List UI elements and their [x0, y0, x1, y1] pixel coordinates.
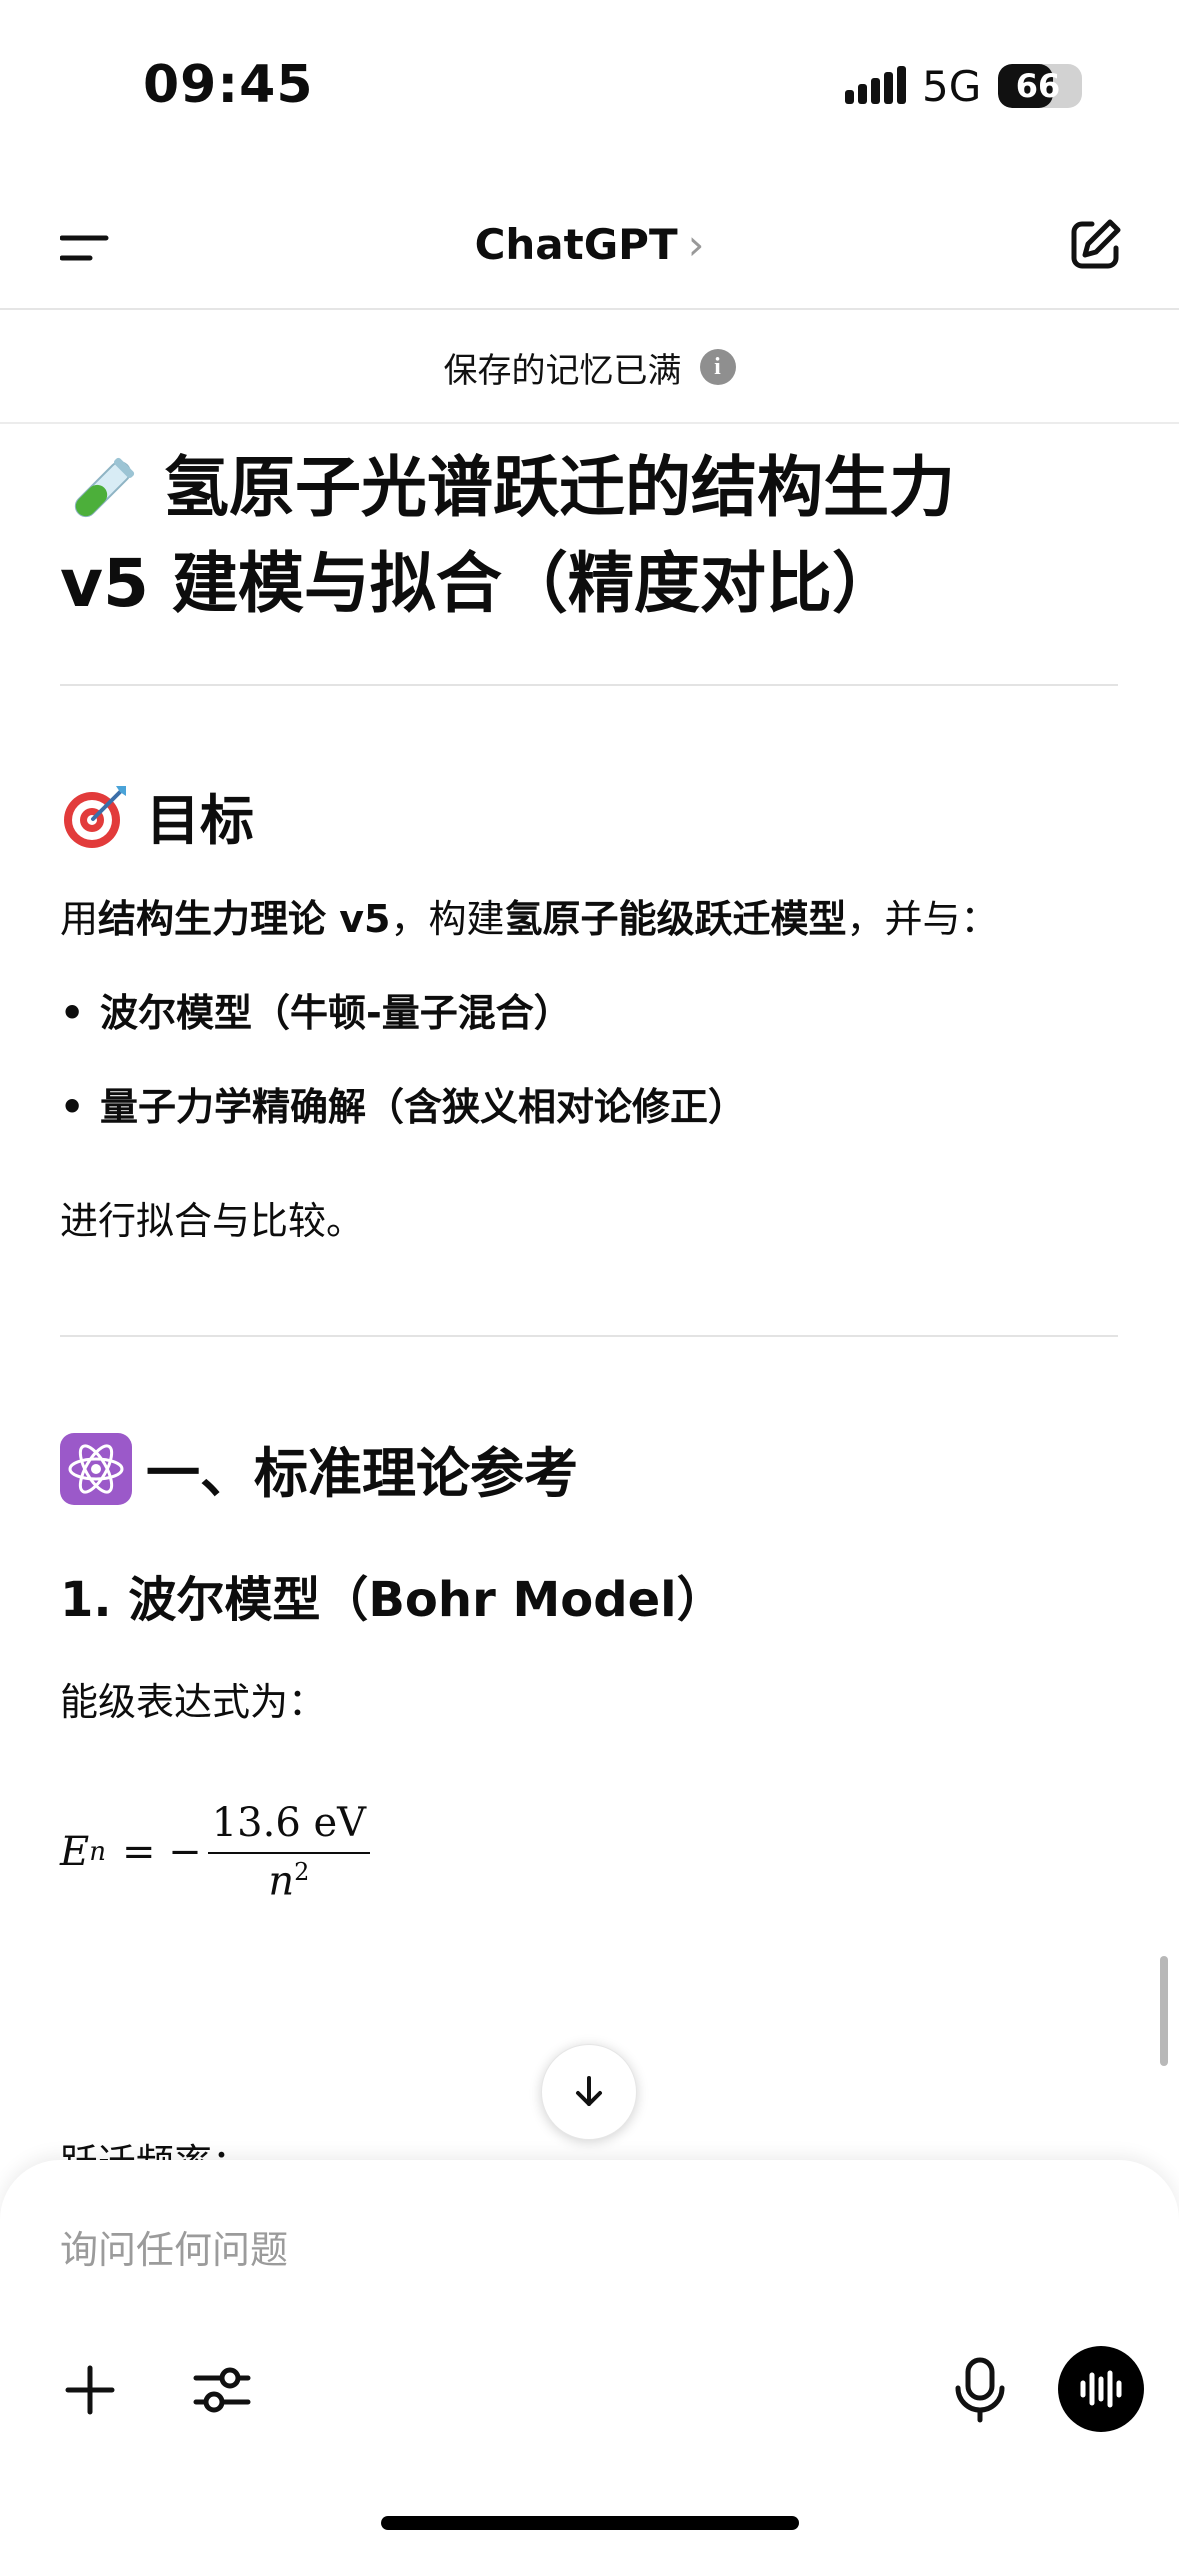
network-label: 5G [922, 62, 982, 111]
formula-fraction: 13.6 eV n2 [207, 1800, 371, 1904]
divider [60, 684, 1118, 686]
signal-icon [845, 66, 906, 104]
status-time: 09:45 [143, 55, 314, 115]
formula-lhs: E [60, 1829, 90, 1876]
bullet-dot: • [60, 1085, 85, 1129]
voice-mode-button[interactable] [1058, 2346, 1144, 2432]
formula-sub: n [89, 1837, 106, 1868]
goal-text-1: 用 [60, 897, 99, 941]
target-icon [64, 785, 126, 848]
energy-label: 能级表达式为： [60, 1680, 327, 1724]
goal-text-3: ，并与： [846, 897, 999, 941]
page-title: 氢原子光谱跃迁的结构生力 v5 建模与拟合（精度对比） [60, 440, 1120, 632]
plus-icon[interactable] [60, 2360, 120, 2420]
goal-heading: 目标 [60, 776, 1120, 855]
list-item: • 波尔模型（牛顿-量子混合） [60, 985, 1120, 1041]
scrollbar[interactable] [1160, 1956, 1168, 2066]
message-content: 氢原子光谱跃迁的结构生力 v5 建模与拟合（精度对比） 目标 用结构生力理论 v… [60, 440, 1120, 1904]
goal-paragraph: 用结构生力理论 v5，构建氢原子能级跃迁模型，并与： [60, 891, 1120, 947]
formula-numerator: 13.6 eV [207, 1800, 371, 1854]
new-chat-icon[interactable] [1068, 216, 1124, 272]
goal-text-bold-1: 结构生力理论 v5 [98, 897, 391, 941]
nav-bar: ChatGPT › [0, 190, 1179, 310]
arrow-down-icon [576, 2076, 602, 2106]
nav-title: ChatGPT [474, 220, 678, 269]
title-line-2: v5 建模与拟合（精度对比） [60, 545, 898, 622]
bullet-text: 量子力学精确解（含狭义相对论修正） [100, 1085, 747, 1129]
energy-formula: En = − 13.6 eV n2 [60, 1800, 1120, 1904]
model-selector[interactable]: ChatGPT › [0, 220, 1179, 269]
compare-paragraph: 进行拟合与比较。 [60, 1199, 365, 1243]
formula-denominator-wrap: n2 [268, 1854, 309, 1904]
atom-icon [60, 1432, 132, 1505]
subsection-heading: 1. 波尔模型（Bohr Model） [60, 1572, 725, 1628]
formula-denominator: n [268, 1858, 295, 1905]
battery-icon: 66 [998, 64, 1082, 108]
tools-icon[interactable] [190, 2360, 254, 2420]
chevron-right-icon: › [687, 220, 705, 269]
title-line-1: 氢原子光谱跃迁的结构生力 [162, 449, 955, 526]
bullet-text: 波尔模型（牛顿-量子混合） [100, 991, 572, 1035]
waveform-icon [1080, 2370, 1122, 2408]
battery-nub [1076, 78, 1082, 94]
goal-text-bold-2: 氢原子能级跃迁模型 [504, 897, 847, 941]
composer [0, 2160, 1179, 2556]
scroll-down-button[interactable] [541, 2044, 637, 2140]
formula-exp: 2 [294, 1858, 310, 1886]
memory-full-banner[interactable]: 保存的记忆已满 i [0, 312, 1179, 424]
status-bar: 09:45 5G 66 [0, 0, 1179, 175]
info-icon[interactable]: i [699, 349, 736, 385]
message-input[interactable] [60, 2220, 1060, 2280]
list-item: • 量子力学精确解（含狭义相对论修正） [60, 1079, 1120, 1135]
goal-text-2: ，构建 [390, 897, 505, 941]
memory-full-text: 保存的记忆已满 [443, 350, 682, 391]
goal-heading-text: 目标 [146, 789, 254, 852]
test-tube-icon [74, 457, 135, 518]
microphone-icon[interactable] [952, 2356, 1008, 2424]
home-indicator [381, 2516, 799, 2530]
divider [60, 1335, 1118, 1337]
bullet-dot: • [60, 991, 85, 1035]
section-heading: 一、标准理论参考 [60, 1429, 1120, 1508]
section-heading-text: 一、标准理论参考 [146, 1442, 578, 1505]
battery-level: 66 [1015, 67, 1061, 105]
formula-eq: = − [121, 1829, 202, 1876]
